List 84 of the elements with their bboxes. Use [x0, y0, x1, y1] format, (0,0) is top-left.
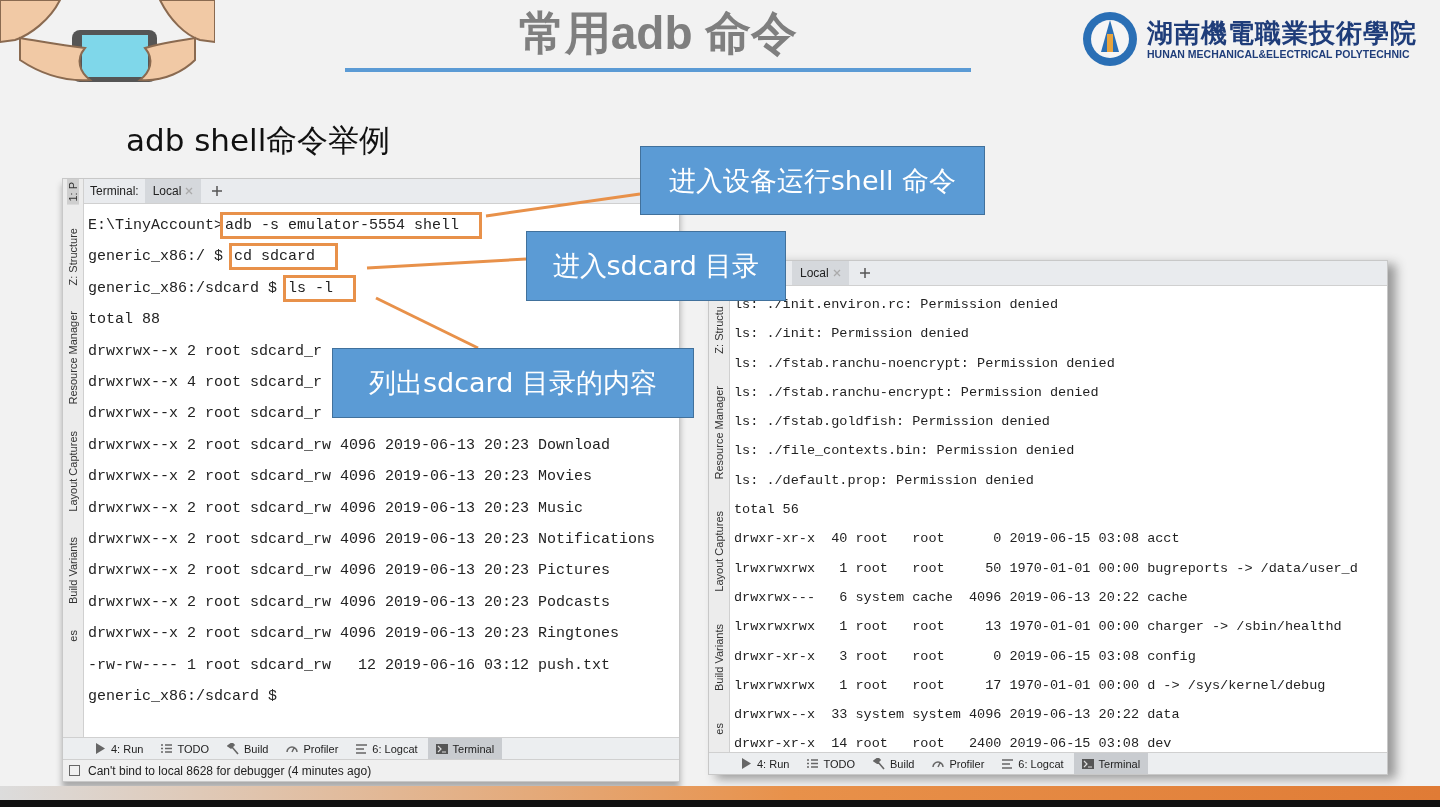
tool-tab[interactable]: 6: Logcat [348, 738, 426, 759]
prompt-text: generic_x86:/ $ [88, 248, 225, 266]
side-tab[interactable]: Z: Structure [67, 224, 79, 289]
terminal-line: drwxrwx--x 33 system system 4096 2019-06-13 20:22 data [734, 707, 1180, 723]
terminal-line: ls: ./default.prop: Permission denied [734, 472, 1034, 488]
side-tab[interactable]: es [67, 627, 79, 645]
tool-tab[interactable]: 4: Run [733, 753, 798, 774]
callout-box: 列出sdcard 目录的内容 [332, 348, 694, 418]
list-icon [807, 758, 819, 769]
terminal-line: drwxrwx--x 2 root sdcard_rw 4096 2019-06-13 20:23 Notifications [88, 531, 656, 549]
terminal-line: drwxrwx--x 2 root sdcard_rw 4096 2019-06-13 20:23 Download [88, 436, 611, 454]
square-icon [69, 765, 80, 776]
terminal-line: -rw-rw---- 1 root sdcard_rw 12 2019-06-16 03:12 push.txt [88, 656, 611, 674]
terminal-line: drwxr-xr-x 3 root root 0 2019-06-15 03:08 config [734, 648, 1196, 664]
tool-tab[interactable]: Build [219, 738, 277, 759]
terminal-line: ls: ./fstab.ranchu-noencrypt: Permission denied [734, 355, 1115, 371]
slide-title: 常用adb 命令 [518, 6, 798, 61]
terminal-line: lrwxrwxrwx 1 root root 17 1970-01-01 00:00 d -> /sys/kernel/debug [734, 677, 1326, 693]
add-icon[interactable] [211, 185, 224, 197]
prompt-text: E:\TinyAccount> [88, 217, 224, 234]
side-tab[interactable]: Z: Structu [713, 303, 725, 357]
command-text: cd sdcard [232, 246, 335, 268]
tool-tab[interactable]: Profiler [278, 738, 347, 759]
terminal-line: lrwxrwxrwx 1 root root 50 1970-01-01 00:00 bugreports -> /data/user_d [734, 560, 1358, 576]
side-tab[interactable]: Layout Captures [67, 427, 79, 515]
terminal-icon [1081, 758, 1094, 769]
terminal-line: lrwxrwxrwx 1 root root 13 1970-01-01 00:00 charger -> /sbin/healthd [734, 619, 1342, 635]
terminal-line: drwxrwx--x 2 root sdcard_r [88, 405, 323, 423]
lines-icon [356, 743, 368, 754]
lines-icon [1002, 758, 1014, 769]
terminal-line: drwxrwx--x 2 root sdcard_rw 4096 2019-06-13 20:23 Pictures [88, 562, 611, 580]
terminal-line: total 56 [734, 502, 799, 518]
terminal-line: drwxrwx--x 4 root sdcard_r [88, 374, 323, 392]
terminal-icon [435, 743, 448, 754]
side-tab[interactable]: Build Variants [713, 620, 725, 695]
status-message: Can't bind to local 8628 for debugger (4 minutes ago) [88, 763, 372, 778]
terminal-line: total 88 [88, 311, 160, 329]
tool-tab[interactable]: Terminal [427, 738, 503, 759]
command-text: ls -l [286, 277, 353, 299]
hammer-icon [227, 742, 239, 755]
session-tab[interactable]: Local [144, 179, 202, 203]
command-text: adb -s emulator-5554 shell [223, 215, 479, 236]
side-tab[interactable]: Resource Manager [67, 308, 79, 408]
add-icon[interactable] [858, 267, 871, 279]
tool-tab[interactable]: TODO [799, 753, 863, 774]
tool-tab[interactable]: Terminal [1073, 753, 1149, 774]
tool-tab[interactable]: TODO [153, 738, 217, 759]
gauge-icon [932, 759, 945, 768]
emblem-icon [1081, 10, 1139, 68]
side-tab[interactable]: es [713, 720, 725, 738]
callout-box: 进入设备运行shell 命令 [640, 146, 985, 215]
college-english-name: HUNAN MECHANICAL&ELECTRICAL POLYTECHNIC [1147, 48, 1411, 60]
tool-tab[interactable]: Profiler [924, 753, 993, 774]
tool-tab[interactable]: 4: Run [87, 738, 152, 759]
terminal-line: ls: ./fstab.goldfish: Permission denied [734, 414, 1050, 430]
terminal-line: drwxrwx--x 2 root sdcard_rw 4096 2019-06-13 20:23 Ringtones [88, 625, 620, 643]
college-name: 湖南機電職業技術學院 [1147, 18, 1417, 48]
terminal-line: ls: ./fstab.ranchu-encrypt: Permission denied [734, 384, 1099, 400]
terminal-caption: Terminal: [89, 184, 140, 198]
terminal-line: drwxrwx--x 2 root sdcard_r [88, 342, 323, 360]
side-tab[interactable]: 1: P [67, 179, 79, 205]
terminal-line: drwxr-xr-x 40 root root 0 2019-06-15 03:08 acct [734, 531, 1180, 547]
side-tab[interactable]: Resource Manager [713, 382, 725, 483]
terminal-line: drwxrwx--x 2 root sdcard_rw 4096 2019-06-13 20:23 Music [88, 499, 584, 517]
run-icon [741, 758, 752, 769]
run-icon [95, 743, 106, 754]
terminal-line: drwxr-xr-x 14 root root 2400 2019-06-15 03:08 dev [734, 736, 1172, 752]
tool-tab[interactable]: Build [865, 753, 923, 774]
prompt-text: generic_x86:/sdcard $ [88, 279, 279, 297]
slide-subtitle: adb shell命令举例 [126, 121, 392, 160]
gauge-icon [286, 744, 299, 753]
terminal-line: drwxrwx--- 6 system cache 4096 2019-06-13 20:22 cache [734, 589, 1188, 605]
terminal-line: drwxrwx--x 2 root sdcard_rw 4096 2019-06-13 20:23 Movies [88, 468, 593, 486]
session-tab[interactable]: Local [792, 261, 849, 285]
list-icon [161, 743, 173, 754]
side-tab[interactable]: Build Variants [67, 534, 79, 608]
callout-box: 进入sdcard 目录 [526, 231, 786, 301]
terminal-line: ls: ./init: Permission denied [734, 326, 969, 342]
tool-tab[interactable]: 6: Logcat [994, 753, 1072, 774]
terminal-line: ls: ./file_contexts.bin: Permission denied [734, 443, 1075, 459]
terminal-line: drwxrwx--x 2 root sdcard_rw 4096 2019-06-13 20:23 Podcasts [88, 593, 611, 611]
hammer-icon [873, 757, 885, 770]
terminal-line: generic_x86:/sdcard $ [88, 688, 278, 706]
side-tab[interactable]: Layout Captures [713, 508, 725, 595]
